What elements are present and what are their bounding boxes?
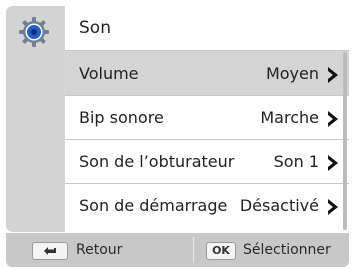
return-arrow-icon xyxy=(44,247,56,255)
menu-item-value: Son 1 xyxy=(273,152,319,171)
scrollbar[interactable] xyxy=(343,52,347,230)
menu-item-value: Marche xyxy=(260,108,319,127)
back-label: Retour xyxy=(76,242,123,258)
chevron-right-icon xyxy=(326,154,340,172)
select-label: Sélectionner xyxy=(243,242,331,258)
ok-key[interactable]: OK xyxy=(206,242,236,260)
chevron-right-icon xyxy=(326,198,340,216)
camera-menu-screen: Son Volume Moyen Bip sonore Marche Son d… xyxy=(0,0,355,269)
gear-icon[interactable] xyxy=(18,16,50,48)
menu-item-bip-sonore[interactable]: Bip sonore Marche xyxy=(65,96,349,140)
chevron-right-icon xyxy=(326,110,340,128)
menu-item-label: Volume xyxy=(79,64,139,83)
menu-item-label: Bip sonore xyxy=(79,108,164,127)
menu-item-label: Son de l’obturateur xyxy=(79,152,235,171)
footer-bar: Retour OK Sélectionner xyxy=(6,233,349,267)
menu-item-label: Son de démarrage xyxy=(79,196,228,215)
footer-divider xyxy=(193,237,194,263)
menu-item-value: Désactivé xyxy=(239,196,319,215)
menu-item-value: Moyen xyxy=(265,64,319,83)
page-title: Son xyxy=(79,18,111,38)
menu-item-son-demarrage[interactable]: Son de démarrage Désactivé xyxy=(65,184,349,232)
category-column xyxy=(6,6,64,232)
menu-item-son-obturateur[interactable]: Son de l’obturateur Son 1 xyxy=(65,140,349,184)
settings-panel: Son Volume Moyen Bip sonore Marche Son d… xyxy=(6,6,349,232)
menu-item-volume[interactable]: Volume Moyen xyxy=(65,52,349,96)
menu-header: Son xyxy=(65,6,349,51)
back-key[interactable] xyxy=(32,242,68,260)
sound-menu: Son Volume Moyen Bip sonore Marche Son d… xyxy=(65,6,349,232)
chevron-right-icon xyxy=(326,66,340,84)
